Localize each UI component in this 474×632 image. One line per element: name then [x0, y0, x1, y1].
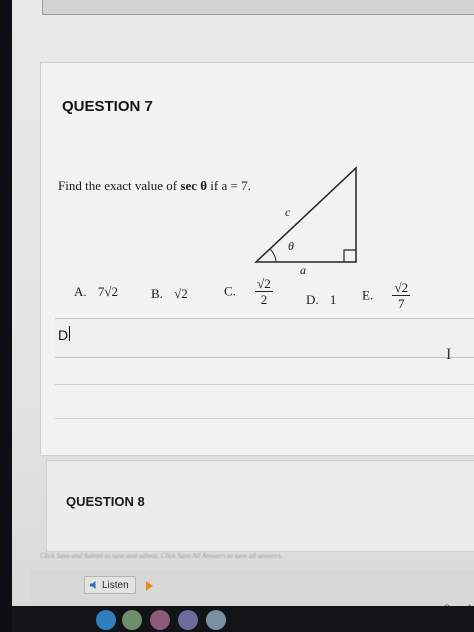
app-icon[interactable]	[178, 610, 198, 630]
question-7-title: QUESTION 7	[62, 98, 153, 115]
taskbar	[12, 606, 474, 632]
prompt-suffix: if a = 7.	[210, 178, 251, 193]
right-triangle-figure: c a a θ	[254, 166, 357, 277]
option-d-letter: D.	[306, 292, 319, 307]
option-e: E. √2 7	[362, 280, 411, 311]
option-d: D. 1	[306, 292, 336, 308]
divider	[55, 418, 474, 419]
answer-input-value[interactable]: D	[58, 327, 68, 343]
footer-instructions: Click Save and Submit to save and submit…	[40, 552, 283, 560]
answer-field[interactable]	[55, 318, 474, 358]
app-icon[interactable]	[206, 610, 226, 630]
question-8-title: QUESTION 8	[66, 494, 145, 509]
app-icon[interactable]	[96, 610, 116, 630]
top-frame	[42, 0, 474, 15]
option-a-value: 7√2	[97, 284, 119, 299]
option-c-letter: C.	[224, 283, 236, 299]
speaker-icon	[90, 581, 96, 589]
app-icon[interactable]	[150, 610, 170, 630]
divider	[55, 384, 474, 385]
option-c: C. √2 2	[224, 276, 273, 307]
option-e-numerator: √2	[392, 280, 411, 296]
option-c-fraction: √2 2	[255, 276, 273, 307]
app-icon[interactable]	[122, 610, 142, 630]
right-angle-marker	[343, 249, 356, 262]
option-b-value: √2	[174, 286, 188, 301]
question-prompt: Find the exact value of sec θ if a = 7.	[58, 178, 251, 194]
base-label: a	[300, 263, 306, 277]
triangle-shape	[254, 166, 357, 263]
option-b-letter: B.	[151, 286, 163, 301]
option-a: A. 7√2	[74, 284, 118, 300]
listen-button[interactable]: Listen	[84, 576, 136, 594]
option-e-denominator: 7	[398, 296, 405, 311]
text-caret	[69, 326, 70, 341]
option-d-value: 1	[329, 292, 337, 307]
angle-arc	[269, 248, 277, 263]
text-cursor-icon: I	[446, 346, 452, 363]
option-c-numerator: √2	[255, 276, 273, 292]
angle-label: θ	[288, 239, 294, 253]
option-e-letter: E.	[362, 287, 374, 303]
option-a-letter: A.	[74, 284, 87, 299]
play-icon[interactable]	[146, 581, 153, 591]
option-e-fraction: √2 7	[392, 280, 411, 311]
hypotenuse-label: c	[285, 205, 291, 219]
option-c-denominator: 2	[260, 292, 268, 307]
prompt-function: sec θ	[180, 178, 208, 193]
listen-label: Listen	[102, 579, 129, 591]
option-b: B. √2	[151, 286, 188, 302]
prompt-prefix: Find the exact value of	[58, 178, 178, 193]
